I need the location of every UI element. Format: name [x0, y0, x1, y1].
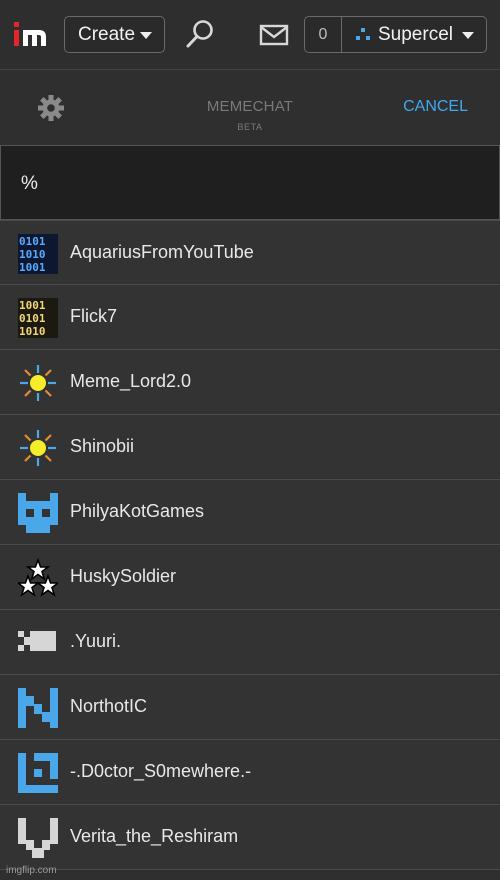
list-item[interactable]: HuskySoldier: [0, 545, 500, 610]
binary-yellow-icon: 100101011010: [18, 298, 58, 338]
svg-text:0101: 0101: [19, 312, 46, 325]
sun-icon: [20, 365, 56, 401]
username: NorthotIC: [70, 696, 148, 716]
username: Meme_Lord2.0: [70, 371, 192, 391]
username-label: Supercel: [378, 24, 453, 45]
search-input-value: %: [21, 173, 38, 194]
username: Flick7: [70, 306, 118, 326]
create-label: Create: [78, 24, 136, 45]
svg-text:1001: 1001: [19, 261, 46, 274]
pixel-cat-icon: [18, 493, 58, 533]
list-item[interactable]: Verita_the_Reshiram: [0, 805, 500, 870]
points-counter[interactable]: 0: [305, 17, 342, 52]
svg-text:1001: 1001: [19, 299, 46, 312]
sun-icon: [20, 430, 56, 466]
user-rank-icon: [356, 28, 370, 40]
cancel-button[interactable]: CANCEL: [403, 98, 468, 116]
list-item[interactable]: Shinobii: [0, 415, 500, 480]
username: .Yuuri.: [70, 631, 122, 651]
chat-subtitle: BETA: [237, 122, 263, 132]
list-item[interactable]: PhilyaKotGames: [0, 480, 500, 545]
username: -.D0ctor_S0mewhere.-: [70, 761, 252, 781]
username: Verita_the_Reshiram: [70, 826, 239, 846]
svg-text:1010: 1010: [19, 325, 46, 338]
username: HuskySoldier: [70, 566, 177, 586]
imgflip-logo[interactable]: [14, 20, 48, 48]
top-nav: Create 0 Supercel: [0, 0, 500, 70]
chat-header: MEMECHAT BETA CANCEL: [0, 71, 500, 145]
svg-text:1010: 1010: [19, 248, 46, 261]
chevron-down-icon: [140, 32, 152, 39]
list-item[interactable]: 1001 0101 1010 Flick7: [0, 285, 500, 350]
list-item[interactable]: Meme_Lord2.0: [0, 350, 500, 415]
username: AquariusFromYouTube: [70, 242, 254, 262]
svg-text:0101: 0101: [19, 235, 46, 248]
pixel-v-icon: [18, 818, 58, 858]
user-list: 0101 1010 1001 AquariusFromYouTube 1001 010…: [0, 220, 500, 870]
mail-icon[interactable]: [259, 22, 289, 48]
list-item[interactable]: .Yuuri.: [0, 610, 500, 675]
pixel-n-icon: [18, 688, 58, 728]
pixel-square-icon: [18, 753, 58, 793]
user-menu[interactable]: 0 Supercel: [304, 16, 487, 53]
user-search-input[interactable]: %: [0, 145, 500, 220]
list-item[interactable]: 0101 1010 1001 AquariusFromYouTube: [0, 220, 500, 285]
list-item[interactable]: NorthotIC: [0, 675, 500, 740]
three-stars-icon: [18, 558, 58, 598]
username: PhilyaKotGames: [70, 501, 205, 521]
create-button[interactable]: Create: [64, 16, 165, 53]
search-icon[interactable]: [184, 18, 216, 50]
watermark: imgflip.com: [6, 865, 57, 876]
username: Shinobii: [70, 436, 135, 456]
list-item[interactable]: -.D0ctor_S0mewhere.-: [0, 740, 500, 805]
binary-blue-icon: 010110101001: [18, 234, 58, 274]
pixel-block-icon: [18, 631, 56, 651]
chevron-down-icon: [462, 32, 474, 39]
